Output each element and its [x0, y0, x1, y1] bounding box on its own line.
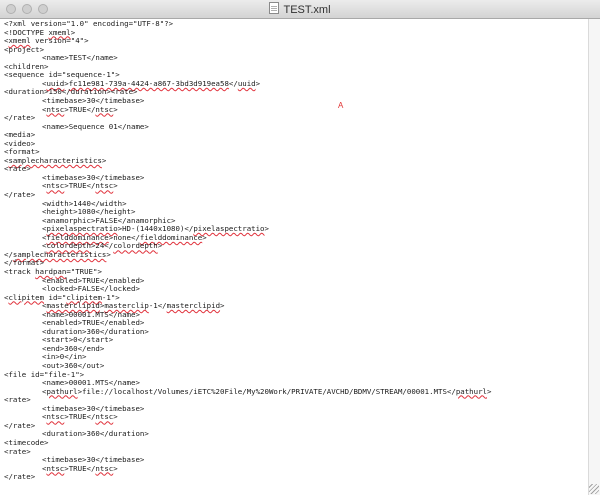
code-text: <rate> — [4, 395, 31, 405]
misspelled-word: ntsc — [95, 181, 114, 191]
misspelled-word: ntsc — [46, 412, 65, 422]
code-text: -1</ — [148, 301, 167, 311]
code-line: <ntsc>TRUE</ntsc> — [42, 181, 118, 190]
window-title-area: TEST.xml — [0, 2, 600, 16]
code-line: <name>Sequence 01</name> — [42, 122, 149, 131]
document-icon — [269, 2, 280, 14]
misspelled-word: clipitem — [8, 292, 45, 302]
code-line: </rate> — [4, 472, 35, 481]
misspelled-word: pathurl — [46, 386, 78, 396]
code-text: <rate> — [4, 164, 31, 174]
code-text: > — [113, 463, 118, 473]
code-line: <ntsc>TRUE</ntsc> — [42, 105, 118, 114]
vertical-scrollbar[interactable] — [588, 19, 600, 495]
code-text: <duration>360</duration> — [42, 429, 149, 439]
misspelled-word: uuid — [237, 78, 256, 88]
code-text: <rate> — [4, 446, 31, 456]
misspelled-word: colordepth — [113, 241, 158, 251]
code-text: </rate> — [4, 113, 36, 123]
code-line: <ntsc>TRUE</ntsc> — [42, 412, 118, 421]
code-text: </rate> — [4, 472, 36, 482]
code-text: <project> — [4, 44, 45, 54]
code-line: <ntsc>TRUE</ntsc> — [42, 464, 118, 473]
code-line: <rate> — [4, 447, 31, 456]
code-text: > — [113, 412, 118, 422]
window-title: TEST.xml — [283, 4, 331, 16]
code-text: > — [220, 301, 225, 311]
code-line: <rate> — [4, 395, 31, 404]
misspelled-word: ntsc — [95, 463, 114, 473]
code-line: </rate> — [4, 190, 35, 199]
title-bar[interactable]: TEST.xml — [0, 0, 600, 19]
code-text: </ — [228, 78, 238, 88]
misspelled-word: pathurl — [455, 386, 487, 396]
misspelled-word: ntsc — [46, 463, 65, 473]
code-text: >TRUE</ — [64, 463, 96, 473]
misspelled-word: ntsc — [95, 104, 114, 114]
code-line: <name>TEST</name> — [42, 53, 118, 62]
code-text: > — [157, 241, 163, 251]
code-text: <track — [4, 266, 36, 276]
code-line: <rate> — [4, 164, 31, 173]
code-text: </rate> — [4, 420, 36, 430]
text-editor-area[interactable]: <?xml version="1.0" encoding="UTF-8"?> <!… — [0, 19, 588, 495]
textedit-window: TEST.xml <?xml version="1.0" encoding="U… — [0, 0, 600, 495]
code-text: > — [202, 232, 207, 242]
code-text: >TRUE</ — [64, 181, 96, 191]
code-line: <duration>360</duration> — [42, 429, 149, 438]
code-text: <name>TEST</name> — [42, 53, 118, 63]
code-text: > — [113, 181, 118, 191]
code-text: > — [106, 249, 111, 259]
code-text: > — [113, 104, 118, 114]
text-cursor-mark: A — [338, 101, 344, 110]
code-text: <name>Sequence 01</name> — [42, 121, 149, 131]
misspelled-word: ntsc — [95, 412, 114, 422]
code-line: </rate> — [4, 421, 35, 430]
code-line: <project> — [4, 45, 44, 54]
misspelled-word: ntsc — [46, 104, 65, 114]
code-text: </rate> — [4, 190, 36, 199]
misspelled-word: masterclipid — [166, 301, 221, 311]
code-text: >TRUE</ — [64, 104, 96, 114]
code-text: >TRUE</ — [64, 412, 96, 422]
code-text: >file://localhost/Volumes/iETC%20File/My… — [77, 386, 456, 396]
code-line: <pathurl>file://localhost/Volumes/iETC%2… — [42, 387, 491, 396]
misspelled-word: ntsc — [46, 181, 65, 191]
code-text: > — [486, 386, 492, 396]
code-text: > — [255, 78, 261, 88]
code-text: > — [264, 224, 269, 234]
code-line: </rate> — [4, 113, 35, 122]
code-text: > — [101, 155, 107, 165]
resize-grip-icon[interactable] — [589, 484, 599, 494]
